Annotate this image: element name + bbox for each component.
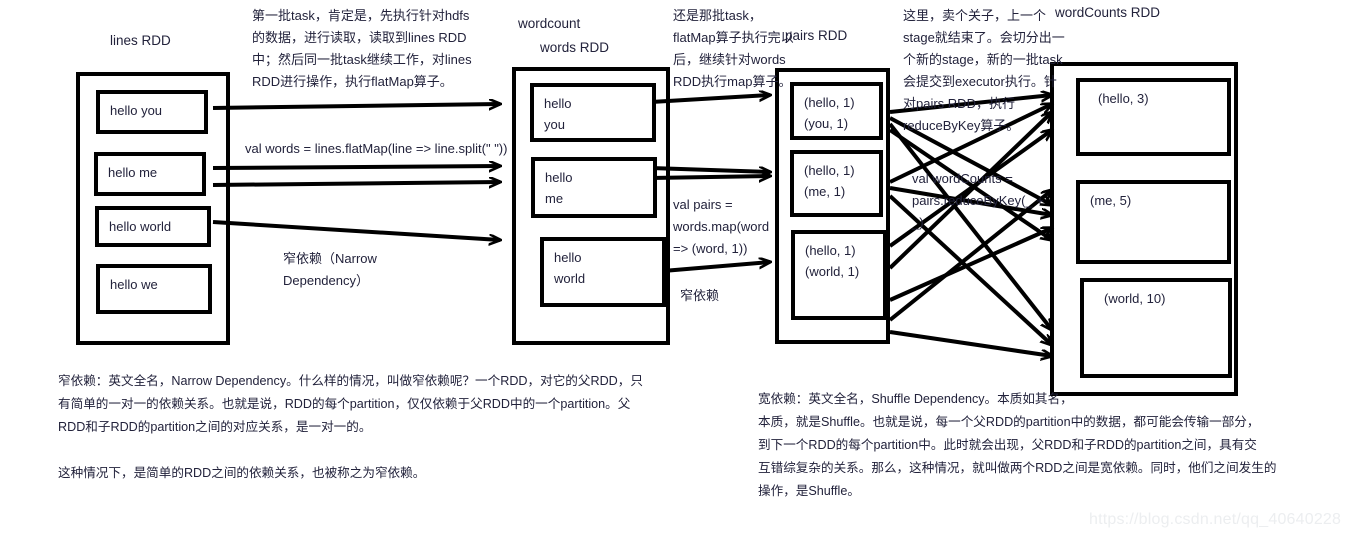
- note-line: 还是那批task，: [673, 8, 762, 23]
- note-line: 这里，卖个关子，上一个: [903, 8, 1047, 23]
- label-line: Dependency）: [283, 273, 369, 288]
- title-wordcounts-rdd: wordCounts RDD: [1055, 5, 1161, 20]
- lines-rdd-partition-2: hello me: [94, 152, 206, 196]
- paragraph-spacer: [58, 439, 643, 462]
- paragraph-narrow-dependency: 窄依赖：英文全名，Narrow Dependency。什么样的情况，叫做窄依赖呢…: [58, 370, 643, 485]
- partition-text: hello world: [109, 219, 172, 234]
- paragraph-line: 互错综复杂的关系。那么，这种情况，就叫做两个RDD之间是宽依赖。同时，他们之间发…: [758, 461, 1277, 475]
- partition-text: hello me: [108, 165, 158, 180]
- code-line: _): [912, 215, 924, 230]
- partition-text: (me, 1): [804, 184, 846, 199]
- note-line: 的数据，进行读取，读取到lines RDD: [252, 30, 467, 45]
- pairs-rdd-partition-2: (hello, 1) (me, 1): [790, 150, 883, 217]
- partition-text: (hello, 1): [805, 243, 856, 258]
- code-line: val pairs =: [673, 197, 733, 212]
- title-lines-rdd: lines RDD: [110, 33, 171, 48]
- code-line: val words = lines.flatMap(line => line.s…: [245, 141, 508, 156]
- wordcounts-rdd-partition-3: (world, 10): [1080, 278, 1232, 378]
- note-line: 后，继续针对words: [673, 52, 786, 67]
- paragraph-line: 有简单的一对一的依赖关系。也就是说，RDD的每个partition，仅仅依赖于父…: [58, 397, 631, 411]
- code-reducebykey: val wordCounts = pairs.reduceByKey(_ + _…: [912, 168, 1044, 234]
- code-line: val wordCounts =: [912, 171, 1013, 186]
- label-narrow-dependency-full: 窄依赖（Narrow Dependency）: [283, 248, 377, 292]
- note-line: reduceByKey算子。: [903, 118, 1020, 133]
- note-line: 会提交到executor执行。针: [903, 74, 1057, 89]
- partition-text: (you, 1): [804, 116, 849, 131]
- paragraph-line: RDD和子RDD的partition之间的对应关系，是一对一的。: [58, 420, 372, 434]
- paragraph-line: 本质，就是Shuffle。也就是说，每一个父RDD的partition中的数据，…: [758, 415, 1260, 429]
- partition-text: (hello, 3): [1098, 91, 1149, 106]
- title-words-rdd: words RDD: [540, 40, 610, 55]
- lines-rdd-partition-4: hello we: [96, 264, 212, 314]
- pairs-rdd-partition-1: (hello, 1) (you, 1): [790, 82, 883, 140]
- words-rdd-partition-3: hello world: [540, 237, 666, 307]
- note-line: RDD执行map算子。: [673, 74, 792, 89]
- lines-rdd-partition-1: hello you: [96, 90, 208, 134]
- note-line: stage就结束了。会切分出一: [903, 30, 1065, 45]
- partition-text: hello: [545, 170, 573, 185]
- paragraph-line: 到下一个RDD的每个partition中。此时就会出现，父RDD和子RDD的pa…: [758, 438, 1257, 452]
- partition-text: hello you: [110, 103, 163, 118]
- partition-text: hello: [554, 250, 582, 265]
- words-rdd-box: hello you hello me hello world: [512, 67, 670, 345]
- note-same-task-map: 还是那批task， flatMap算子执行完以 后，继续针对words RDD执…: [673, 5, 794, 93]
- partition-text: hello: [544, 96, 572, 111]
- label-line: 窄依赖: [680, 288, 720, 303]
- lines-rdd-box: hello you hello me hello world hello we: [76, 72, 230, 345]
- paragraph-shuffle-dependency: 宽依赖：英文全名，Shuffle Dependency。本质如其名， 本质，就是…: [758, 388, 1276, 503]
- partition-text: you: [544, 117, 565, 132]
- note-line: 第一批task，肯定是，先执行针对hdfs: [252, 8, 470, 23]
- wordcounts-rdd-partition-2: (me, 5): [1076, 180, 1231, 264]
- paragraph-line: 操作，是Shuffle。: [758, 484, 860, 498]
- note-line: 对pairs RDD，执行: [903, 96, 1015, 111]
- pairs-rdd-box: (hello, 1) (you, 1) (hello, 1) (me, 1) (…: [775, 68, 890, 344]
- wordcounts-rdd-box: (hello, 3) (me, 5) (world, 10): [1050, 62, 1238, 396]
- partition-text: world: [554, 271, 586, 286]
- partition-text: (world, 10): [1104, 291, 1166, 306]
- words-rdd-partition-2: hello me: [531, 157, 657, 218]
- paragraph-line: 宽依赖：英文全名，Shuffle Dependency。本质如其名，: [758, 392, 1073, 406]
- partition-text: (world, 1): [805, 264, 860, 279]
- code-line: => (word, 1)): [673, 241, 748, 256]
- partition-text: (me, 5): [1090, 193, 1132, 208]
- note-first-task: 第一批task，肯定是，先执行针对hdfs 的数据，进行读取，读取到lines …: [252, 5, 472, 93]
- wordcounts-rdd-partition-1: (hello, 3): [1076, 78, 1231, 156]
- code-map: val pairs = words.map(word => (word, 1)): [673, 194, 769, 260]
- code-line: words.map(word: [673, 219, 770, 234]
- code-flatmap: val words = lines.flatMap(line => line.s…: [245, 138, 507, 160]
- lines-rdd-partition-3: hello world: [95, 206, 211, 247]
- note-line: RDD进行操作，执行flatMap算子。: [252, 74, 453, 89]
- paragraph-line: 这种情况下，是简单的RDD之间的依赖关系，也被称之为窄依赖。: [58, 466, 426, 480]
- partition-text: hello we: [110, 277, 158, 292]
- title-wordcount: wordcount: [518, 16, 581, 31]
- title-pairs-rdd: pairs RDD: [785, 28, 848, 43]
- partition-text: (hello, 1): [804, 95, 855, 110]
- note-line: 中；然后同一批task继续工作，对lines: [252, 52, 472, 67]
- watermark: https://blog.csdn.net/qq_40640228: [1089, 511, 1342, 528]
- words-rdd-partition-1: hello you: [530, 83, 656, 142]
- label-narrow-dependency-short: 窄依赖: [680, 285, 719, 307]
- pairs-rdd-partition-3: (hello, 1) (world, 1): [791, 230, 887, 320]
- label-line: 窄依赖（Narrow: [283, 251, 377, 266]
- partition-text: me: [545, 191, 564, 206]
- diagram-canvas: lines RDD wordcount words RDD pairs RDD …: [0, 0, 1360, 543]
- code-line: pairs.reduceByKey(_ +: [912, 193, 1044, 208]
- note-new-stage: 这里，卖个关子，上一个 stage就结束了。会切分出一 个新的stage，新的一…: [903, 5, 1065, 137]
- note-line: flatMap算子执行完以: [673, 30, 794, 45]
- paragraph-line: 窄依赖：英文全名，Narrow Dependency。什么样的情况，叫做窄依赖呢…: [58, 374, 643, 388]
- note-line: 个新的stage，新的一批task: [903, 52, 1063, 67]
- partition-text: (hello, 1): [804, 163, 855, 178]
